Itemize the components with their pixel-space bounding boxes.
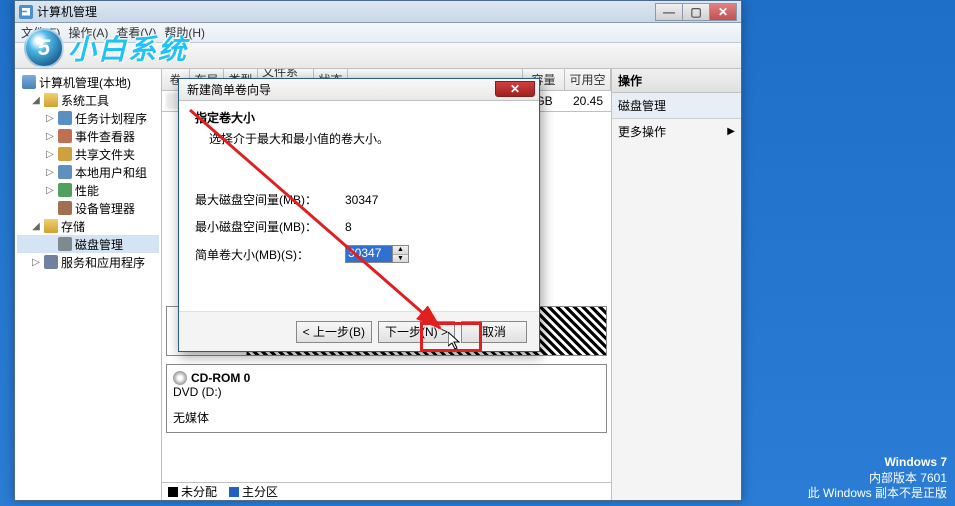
row-free: 20.45 — [565, 94, 611, 108]
more-actions[interactable]: 更多操作▶ — [612, 119, 741, 144]
back-button[interactable]: < 上一步(B) — [296, 321, 372, 343]
event-icon — [58, 129, 72, 143]
expand-icon[interactable]: ▷ — [45, 131, 55, 142]
os-name: Windows 7 — [808, 455, 947, 471]
legend-unallocated: 未分配 — [168, 483, 217, 500]
tree-shared-folders[interactable]: ▷共享文件夹 — [17, 145, 159, 163]
os-build: 内部版本 7601 — [808, 471, 947, 487]
watermark-logo: 小白系统 — [24, 28, 188, 68]
tree-local-users[interactable]: ▷本地用户和组 — [17, 163, 159, 181]
max-space-value: 30347 — [345, 193, 378, 207]
collapse-icon[interactable]: ◢ — [31, 95, 41, 106]
min-space-value: 8 — [345, 220, 352, 234]
square-icon — [229, 487, 239, 497]
dialog-close-button[interactable]: ✕ — [495, 81, 535, 97]
tree-root[interactable]: 计算机管理(本地) — [17, 73, 159, 91]
os-genuine: 此 Windows 副本不是正版 — [808, 486, 947, 502]
device-icon — [58, 201, 72, 215]
perf-icon — [58, 183, 72, 197]
users-icon — [58, 165, 72, 179]
cdrom-status: 无媒体 — [173, 409, 600, 426]
share-icon — [58, 147, 72, 161]
legend: 未分配 主分区 — [162, 482, 611, 500]
expand-icon[interactable]: ▷ — [45, 113, 55, 124]
dialog-titlebar: 新建简单卷向导 ✕ — [179, 79, 539, 101]
tree-storage[interactable]: ◢存储 — [17, 217, 159, 235]
service-icon — [44, 255, 58, 269]
close-button[interactable]: ✕ — [709, 3, 737, 21]
computer-icon — [22, 75, 36, 89]
next-button[interactable]: 下一步(N) > — [378, 321, 455, 343]
min-space-label: 最小磁盘空间量(MB)： — [195, 218, 345, 235]
size-spinner[interactable]: ▲▼ — [393, 245, 409, 263]
task-icon — [58, 111, 72, 125]
spinner-up-icon[interactable]: ▲ — [393, 246, 408, 255]
window-title: 计算机管理 — [37, 3, 97, 20]
tree-services[interactable]: ▷服务和应用程序 — [17, 253, 159, 271]
disk-icon — [58, 237, 72, 251]
cdrom-drive-letter: DVD (D:) — [173, 385, 600, 399]
tree-event-viewer[interactable]: ▷事件查看器 — [17, 127, 159, 145]
volume-size-label: 简单卷大小(MB)(S)： — [195, 246, 345, 263]
cd-icon — [173, 371, 187, 385]
expand-icon[interactable]: ▷ — [45, 185, 55, 196]
volume-size-input[interactable]: 30347 — [345, 245, 393, 263]
actions-panel: 操作 磁盘管理 更多操作▶ — [611, 69, 741, 500]
tree-performance[interactable]: ▷性能 — [17, 181, 159, 199]
logo-circle-icon — [24, 28, 64, 68]
folder-icon — [44, 93, 58, 107]
logo-text: 小白系统 — [68, 28, 188, 68]
desktop-watermark: Windows 7 内部版本 7601 此 Windows 副本不是正版 — [808, 455, 947, 502]
expand-icon[interactable]: ▷ — [45, 149, 55, 160]
tree-device-manager[interactable]: 设备管理器 — [17, 199, 159, 217]
actions-section: 磁盘管理 — [612, 93, 741, 119]
cursor-icon — [448, 332, 464, 352]
tree-systools[interactable]: ◢系统工具 — [17, 91, 159, 109]
dialog-subtext: 选择介于最大和最小值的卷大小。 — [209, 130, 523, 147]
spinner-down-icon[interactable]: ▼ — [393, 255, 408, 263]
dialog-heading: 指定卷大小 — [195, 109, 523, 126]
expand-icon[interactable]: ▷ — [45, 167, 55, 178]
cancel-button[interactable]: 取消 — [461, 321, 527, 343]
cdrom-block[interactable]: CD-ROM 0 DVD (D:) 无媒体 — [166, 364, 607, 433]
actions-header: 操作 — [612, 69, 741, 93]
col-free[interactable]: 可用空 — [565, 69, 611, 90]
collapse-icon[interactable]: ◢ — [31, 221, 41, 232]
titlebar: 计算机管理 — ▢ ✕ — [15, 1, 741, 23]
chevron-right-icon: ▶ — [727, 126, 735, 137]
tree-task-scheduler[interactable]: ▷任务计划程序 — [17, 109, 159, 127]
tree-disk-management[interactable]: 磁盘管理 — [17, 235, 159, 253]
app-icon — [19, 5, 33, 19]
expand-icon[interactable]: ▷ — [31, 257, 41, 268]
maximize-button[interactable]: ▢ — [682, 3, 710, 21]
folder-icon — [44, 219, 58, 233]
dialog-title: 新建简单卷向导 — [187, 81, 271, 98]
square-icon — [168, 487, 178, 497]
cdrom-title: CD-ROM 0 — [191, 371, 250, 385]
minimize-button[interactable]: — — [655, 3, 683, 21]
max-space-label: 最大磁盘空间量(MB)： — [195, 191, 345, 208]
new-simple-volume-wizard: 新建简单卷向导 ✕ 指定卷大小 选择介于最大和最小值的卷大小。 最大磁盘空间量(… — [178, 78, 540, 352]
legend-primary: 主分区 — [229, 483, 278, 500]
tree-panel: 计算机管理(本地) ◢系统工具 ▷任务计划程序 ▷事件查看器 ▷共享文件夹 ▷本… — [15, 69, 162, 500]
